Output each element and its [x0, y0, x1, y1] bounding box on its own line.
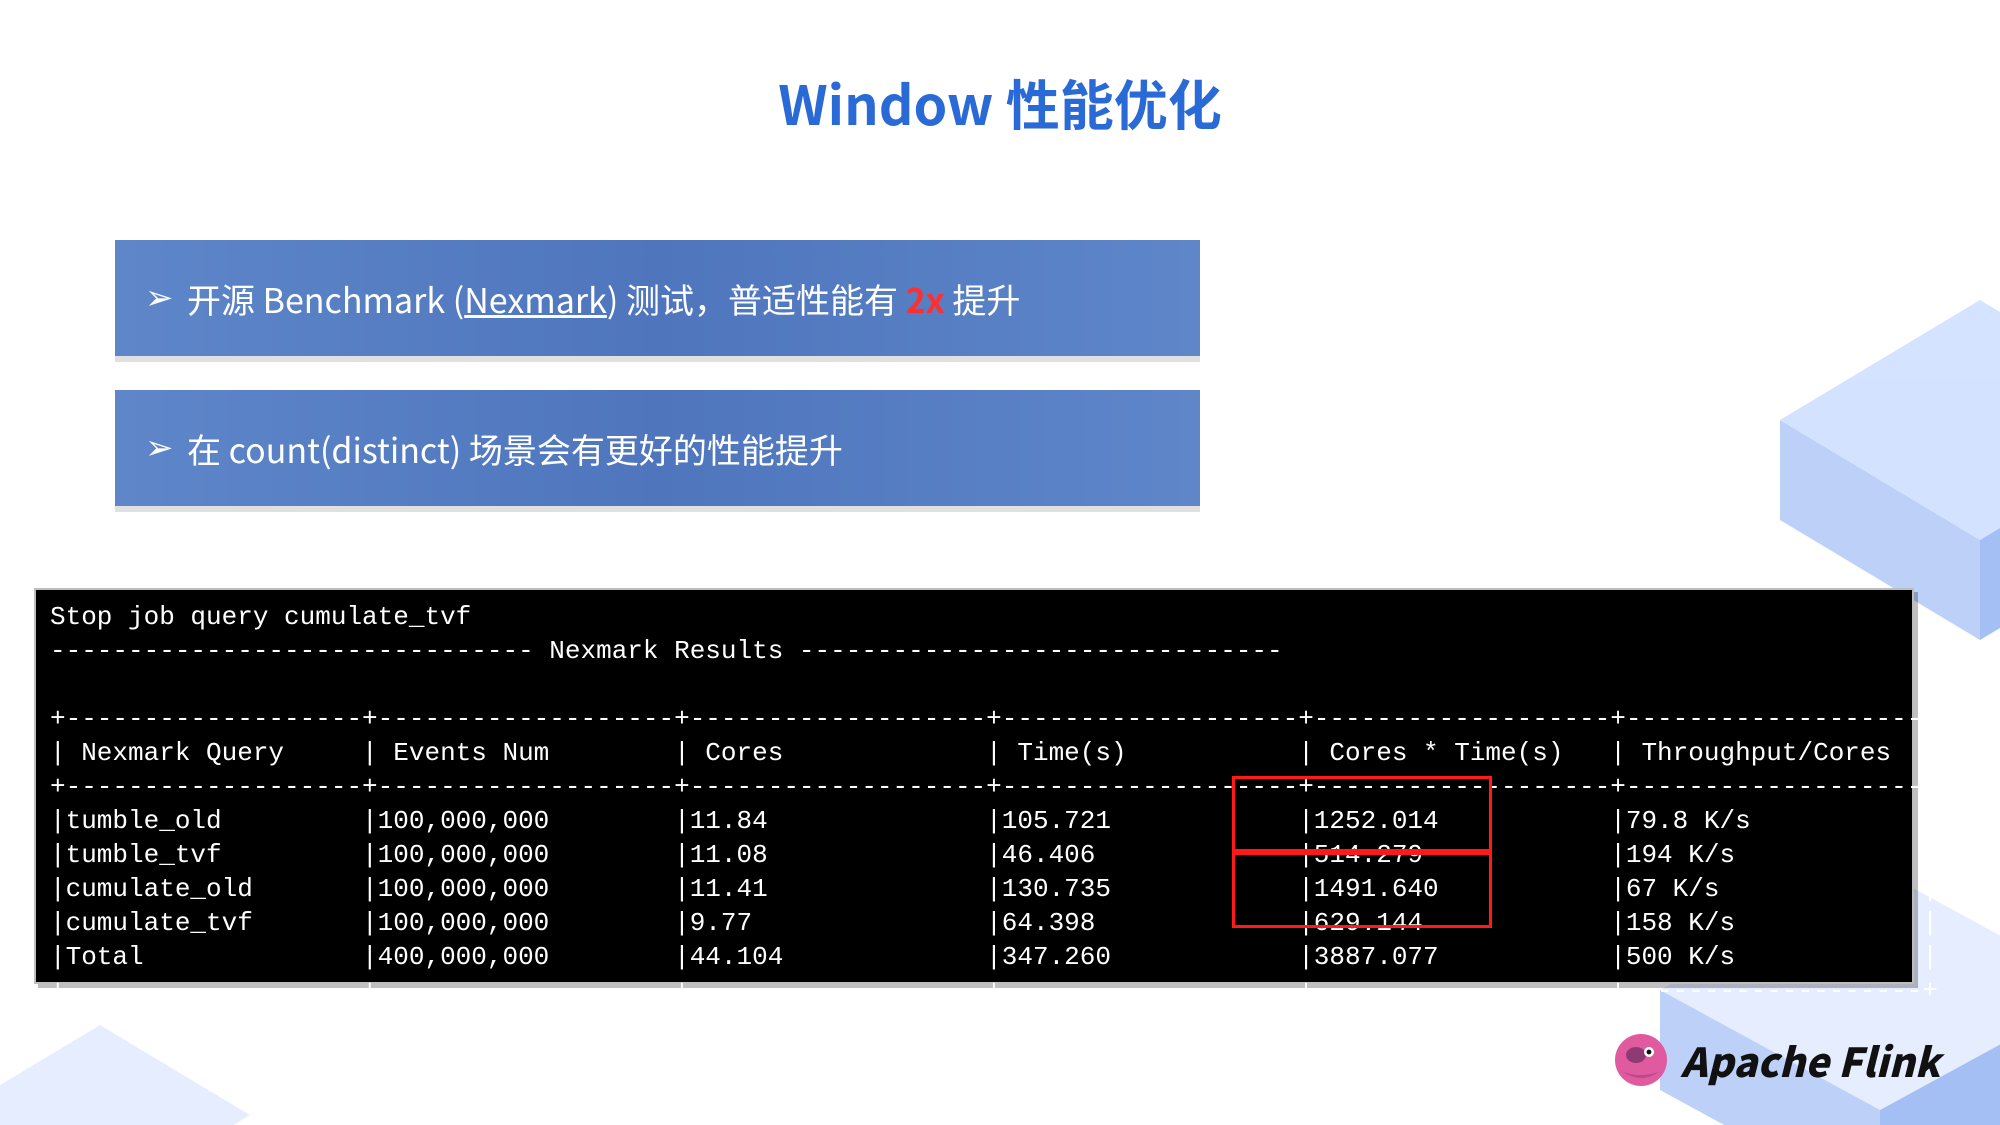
footer-brand: Apache Flink [1613, 1031, 1940, 1089]
bullet2-text: 在 count(distinct) 场景会有更好的性能提升 [187, 424, 843, 473]
table-row: |cumulate_tvf |100,000,000 |9.77 |64.398… [50, 908, 1938, 938]
slide-title: Window 性能优化 [0, 62, 2000, 141]
term-sep: +-------------------+-------------------… [50, 772, 1938, 802]
chevron-right-icon [145, 428, 173, 468]
term-line: Stop job query cumulate_tvf [50, 602, 471, 632]
terminal-output: Stop job query cumulate_tvf ------------… [34, 588, 1914, 984]
bullet1-highlight: 2x [906, 274, 945, 323]
term-header: | Nexmark Query | Events Num | Cores | T… [50, 738, 1938, 768]
bullet1-mid: ) 测试，普适性能有 [607, 274, 906, 323]
bullet1-post: 提升 [945, 274, 1021, 323]
bullet-benchmark: 开源 Benchmark (Nexmark) 测试，普适性能有 2x 提升 [115, 240, 1200, 356]
table-row: |tumble_old |100,000,000 |11.84 |105.721… [50, 806, 1938, 836]
footer-brand-label: Apache Flink [1681, 1031, 1940, 1089]
term-line: ------------------------------- Nexmark … [50, 636, 1283, 666]
table-row: |cumulate_old |100,000,000 |11.41 |130.7… [50, 874, 1938, 904]
bullet1-link: Nexmark [464, 274, 607, 323]
term-sep: +-------------------+-------------------… [50, 976, 1938, 1006]
term-sep: +-------------------+-------------------… [50, 704, 1938, 734]
bullet-count-distinct: 在 count(distinct) 场景会有更好的性能提升 [115, 390, 1200, 506]
table-row: |tumble_tvf |100,000,000 |11.08 |46.406 … [50, 840, 1938, 870]
flink-logo-icon [1613, 1032, 1669, 1088]
bullet1-pre: 开源 Benchmark ( [187, 274, 464, 323]
chevron-right-icon [145, 278, 173, 318]
term-line [50, 670, 66, 700]
table-row: |Total |400,000,000 |44.104 |347.260 |38… [50, 942, 1938, 972]
